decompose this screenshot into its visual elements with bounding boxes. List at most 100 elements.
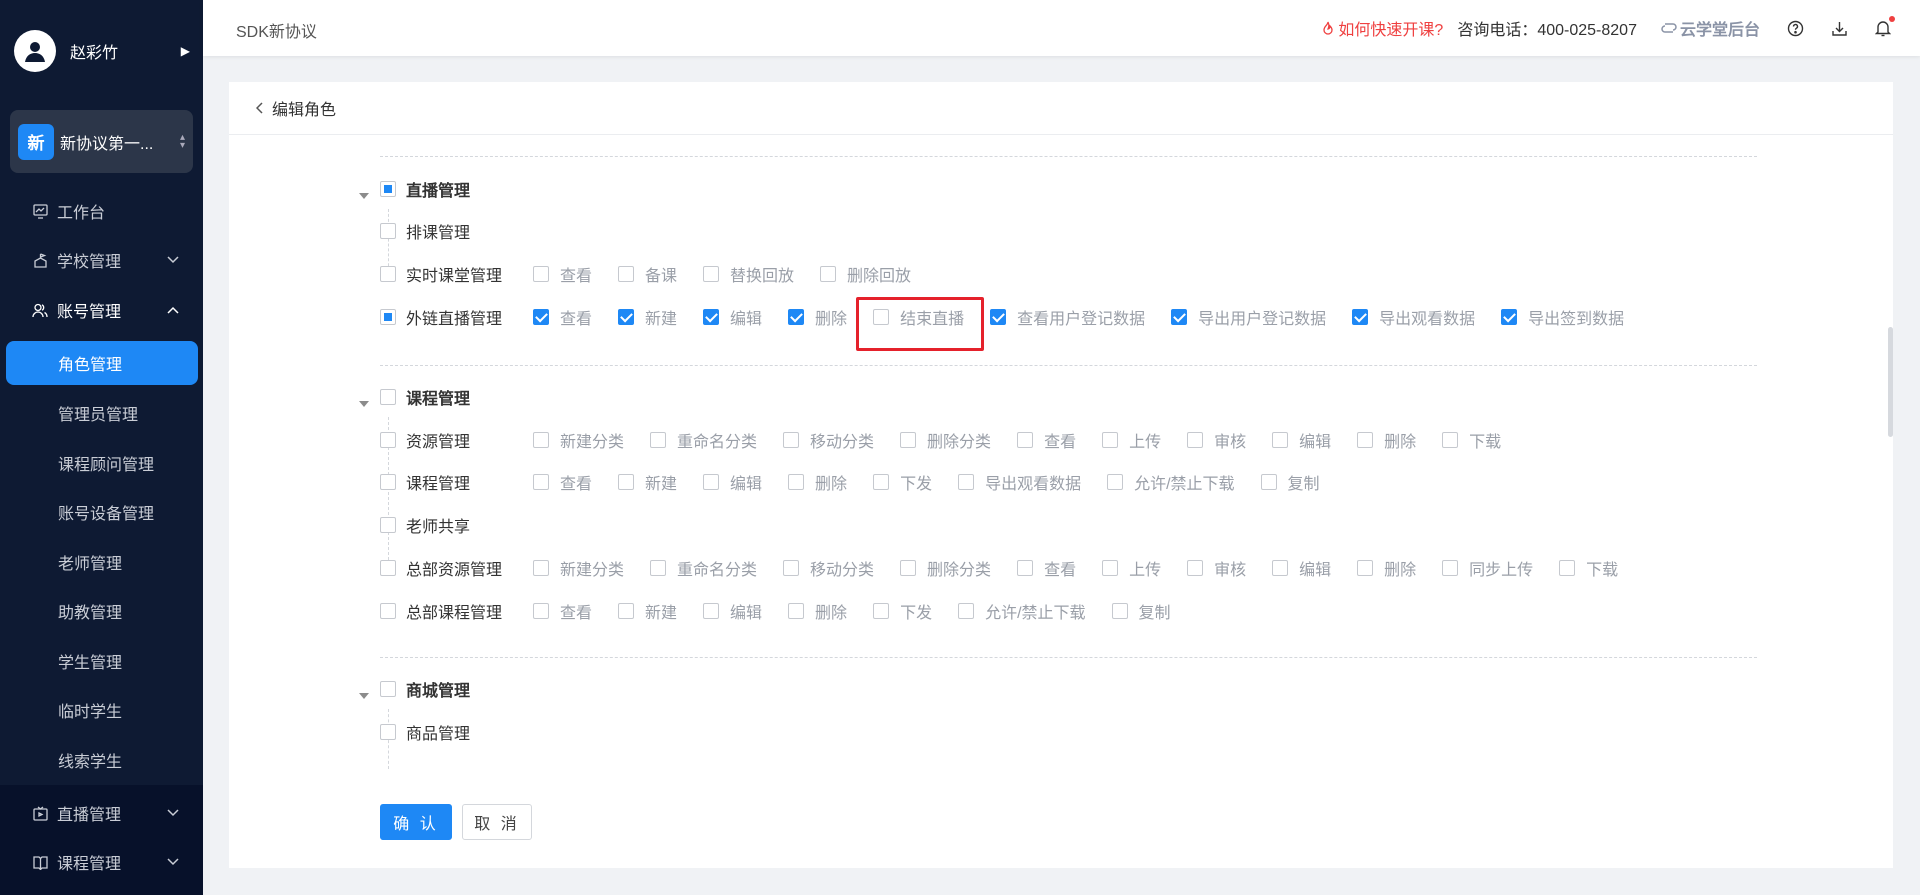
option-delete-category[interactable]: 删除分类: [900, 428, 991, 452]
checkbox[interactable]: [873, 474, 890, 490]
option-rename-category[interactable]: 重命名分类: [650, 428, 757, 452]
back-button[interactable]: 编辑角色: [256, 96, 336, 120]
option-edit[interactable]: 编辑: [703, 470, 762, 494]
option-copy[interactable]: 复制: [1111, 599, 1171, 623]
checkbox[interactable]: [1442, 560, 1459, 576]
option-review[interactable]: 审核: [1187, 556, 1246, 580]
checkbox[interactable]: [1187, 432, 1204, 448]
checkbox-checked[interactable]: [1171, 309, 1188, 325]
school-switcher[interactable]: 新 新协议第一... ▴ ▾: [10, 110, 193, 173]
checkbox[interactable]: [380, 681, 396, 697]
collapse-caret-icon[interactable]: [359, 193, 369, 199]
option-allow-forbid-download[interactable]: 允许/禁止下载: [958, 599, 1086, 623]
collapse-caret-icon[interactable]: [359, 693, 369, 699]
option-export-registration-data[interactable]: 导出用户登记数据: [1171, 305, 1326, 329]
option-edit[interactable]: 编辑: [703, 599, 762, 623]
option-new-category[interactable]: 新建分类: [533, 428, 624, 452]
checkbox[interactable]: [1357, 432, 1374, 448]
checkbox-checked[interactable]: [533, 309, 549, 325]
option-distribute[interactable]: 下发: [873, 470, 932, 494]
checkbox[interactable]: [533, 432, 549, 448]
option-create[interactable]: 新建: [618, 470, 677, 494]
option-move-category[interactable]: 移动分类: [783, 556, 874, 580]
sidebar-item-teacher-management[interactable]: 老师管理: [0, 542, 203, 582]
option-view[interactable]: 查看: [533, 262, 592, 286]
option-upload[interactable]: 上传: [1102, 556, 1161, 580]
checkbox[interactable]: [618, 474, 635, 490]
checkbox[interactable]: [1272, 432, 1289, 448]
checkbox[interactable]: [533, 474, 549, 490]
option-view[interactable]: 查看: [533, 305, 592, 329]
sidebar-item-lead-students[interactable]: 线索学生: [0, 740, 203, 780]
option-delete[interactable]: 删除: [1357, 556, 1416, 580]
checkbox[interactable]: [618, 603, 635, 619]
checkbox[interactable]: [1260, 474, 1277, 490]
option-delete[interactable]: 删除: [1357, 428, 1416, 452]
option-view[interactable]: 查看: [1017, 556, 1076, 580]
checkbox[interactable]: [1272, 560, 1289, 576]
checkbox[interactable]: [873, 603, 890, 619]
section-mall-management[interactable]: 商城管理: [380, 678, 470, 700]
cancel-button[interactable]: 取 消: [462, 804, 532, 840]
option-edit[interactable]: 编辑: [703, 305, 762, 329]
checkbox[interactable]: [380, 432, 396, 448]
checkbox[interactable]: [783, 560, 800, 576]
option-edit[interactable]: 编辑: [1272, 556, 1331, 580]
collapse-caret-icon[interactable]: [359, 401, 369, 407]
option-export-viewing-data[interactable]: 导出观看数据: [958, 470, 1081, 494]
checkbox-checked[interactable]: [1501, 309, 1518, 325]
option-delete[interactable]: 删除: [788, 305, 847, 329]
checkbox[interactable]: [533, 560, 549, 576]
checkbox[interactable]: [380, 517, 396, 533]
checkbox[interactable]: [1102, 432, 1119, 448]
checkbox[interactable]: [618, 266, 635, 282]
nav-school-management[interactable]: 学校管理: [0, 240, 203, 280]
checkbox[interactable]: [533, 603, 549, 619]
checkbox[interactable]: [788, 603, 805, 619]
option-rename-category[interactable]: 重命名分类: [650, 556, 757, 580]
checkbox[interactable]: [703, 266, 720, 282]
checkbox[interactable]: [380, 560, 396, 576]
checkbox[interactable]: [1187, 560, 1204, 576]
checkbox-checked[interactable]: [788, 309, 805, 325]
nav-live-management[interactable]: 直播管理: [0, 793, 203, 833]
sidebar-item-account-device-management[interactable]: 账号设备管理: [0, 492, 203, 532]
nav-course-management[interactable]: 课程管理: [0, 842, 203, 882]
checkbox[interactable]: [1559, 560, 1576, 576]
perm-row-course[interactable]: 课程管理: [380, 471, 470, 493]
notification-bell-icon[interactable]: [1874, 16, 1895, 37]
checkbox[interactable]: [1017, 432, 1034, 448]
checkbox[interactable]: [650, 560, 667, 576]
option-upload[interactable]: 上传: [1102, 428, 1161, 452]
option-download[interactable]: 下载: [1559, 556, 1618, 580]
option-delete-replay[interactable]: 删除回放: [820, 262, 911, 286]
option-edit[interactable]: 编辑: [1272, 428, 1331, 452]
checkbox[interactable]: [958, 603, 975, 619]
option-review[interactable]: 审核: [1187, 428, 1246, 452]
option-copy[interactable]: 复制: [1260, 470, 1320, 494]
checkbox[interactable]: [1017, 560, 1034, 576]
option-distribute[interactable]: 下发: [873, 599, 932, 623]
option-export-viewing-data[interactable]: 导出观看数据: [1352, 305, 1475, 329]
sidebar-item-admin-management[interactable]: 管理员管理: [0, 393, 203, 433]
checkbox[interactable]: [380, 603, 396, 619]
perm-row-external-live[interactable]: 外链直播管理: [380, 306, 502, 328]
sidebar-item-assistant-management[interactable]: 助教管理: [0, 591, 203, 631]
perm-row-hq-course[interactable]: 总部课程管理: [380, 600, 502, 622]
perm-row-resource[interactable]: 资源管理: [380, 429, 470, 451]
checkbox[interactable]: [650, 432, 667, 448]
checkbox-checked[interactable]: [990, 309, 1007, 325]
checkbox[interactable]: [380, 474, 396, 490]
option-delete-category[interactable]: 删除分类: [900, 556, 991, 580]
option-create[interactable]: 新建: [618, 305, 677, 329]
confirm-button[interactable]: 确 认: [380, 804, 452, 840]
checkbox[interactable]: [380, 223, 396, 239]
option-new-category[interactable]: 新建分类: [533, 556, 624, 580]
perm-row-teacher-share[interactable]: 老师共享: [380, 514, 470, 536]
option-move-category[interactable]: 移动分类: [783, 428, 874, 452]
option-view-registration-data[interactable]: 查看用户登记数据: [990, 305, 1145, 329]
option-allow-forbid-download[interactable]: 允许/禁止下载: [1107, 470, 1235, 494]
checkbox[interactable]: [380, 266, 396, 282]
perm-row-realtime-classroom[interactable]: 实时课堂管理: [380, 263, 502, 285]
perm-row-schedule[interactable]: 排课管理: [380, 220, 470, 242]
